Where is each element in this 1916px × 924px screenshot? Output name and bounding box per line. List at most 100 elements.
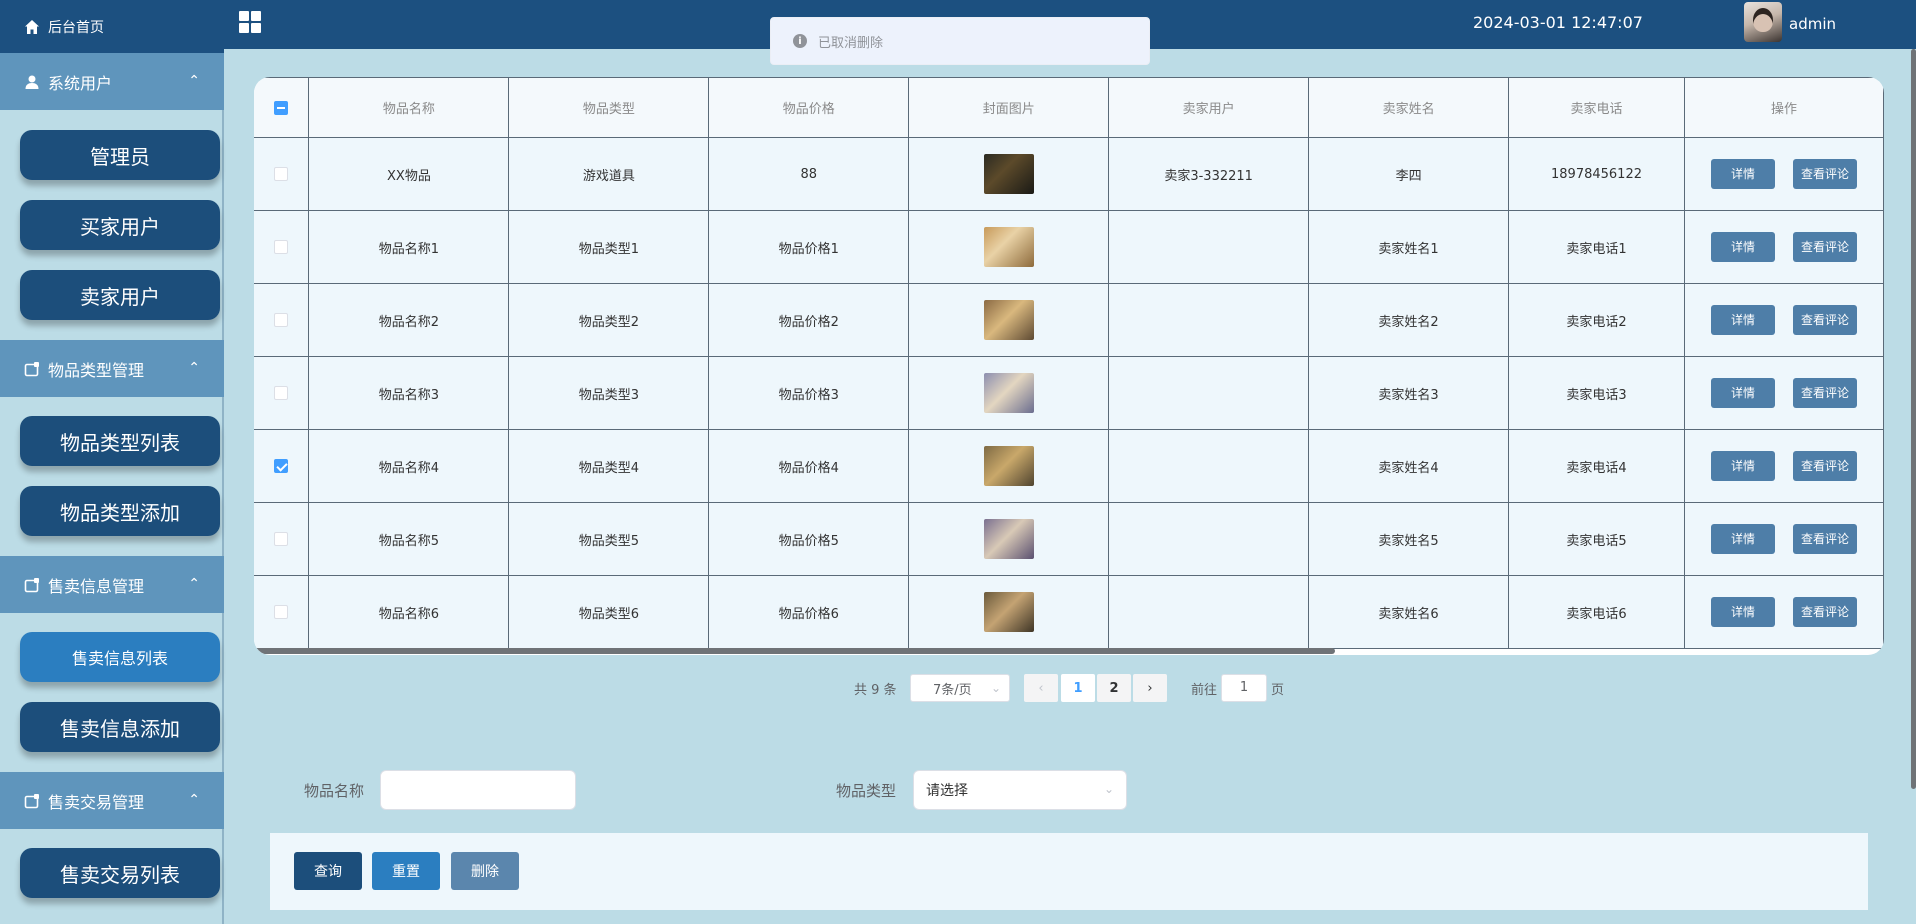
detail-button[interactable]: 详情 [1710,378,1775,408]
menu-toggle-icon[interactable] [239,11,261,33]
row-select-cell[interactable] [254,210,310,284]
row-checkbox[interactable] [274,240,289,254]
row-select-cell[interactable] [254,283,310,357]
row-select-cell[interactable] [254,429,310,503]
item-type-select[interactable]: 请选择 ⌄ [913,770,1127,810]
sidebar-item-trade-list[interactable]: 售卖交易列表 [20,848,220,898]
chevron-down-icon: ⌄ [990,681,1001,695]
row-select-cell[interactable] [254,356,310,430]
page-button-1[interactable]: 1 [1061,674,1095,702]
cell-item-type: 物品类型6 [508,575,710,649]
select-all-cell[interactable] [254,77,310,138]
horizontal-scrollbar[interactable] [254,648,1335,654]
column-header: 操作 [1683,77,1884,138]
cell-cover-image [908,356,1110,430]
view-reviews-button[interactable]: 查看评论 [1792,305,1857,335]
menu-group-system-users[interactable]: 系统用户 ⌃ [0,53,224,110]
cell-cover-image [908,137,1110,211]
view-reviews-button[interactable]: 查看评论 [1792,378,1857,408]
cell-cover-image [908,429,1110,503]
row-checkbox[interactable] [274,167,289,181]
view-reviews-button[interactable]: 查看评论 [1792,524,1857,554]
cover-thumbnail[interactable] [983,154,1034,194]
table-row: 物品名称5 物品类型5 物品价格5 卖家姓名5 卖家电话5 详情 查看评论 [254,502,1884,576]
page-size-select[interactable]: 7条/页 ⌄ [910,674,1010,702]
cell-actions: 详情 查看评论 [1683,429,1884,503]
view-reviews-button[interactable]: 查看评论 [1792,597,1857,627]
cell-cover-image [908,283,1110,357]
cell-item-name: 物品名称3 [308,356,510,430]
vertical-scrollbar[interactable] [1911,49,1916,789]
sidebar-item-buyer-users[interactable]: 买家用户 [20,200,220,250]
cell-item-name: XX物品 [308,137,510,211]
sidebar-item-admin[interactable]: 管理员 [20,130,220,180]
prev-page-button[interactable]: ‹ [1024,674,1058,702]
cover-thumbnail[interactable] [983,300,1034,340]
current-datetime: 2024-03-01 12:47:07 [1473,13,1643,32]
row-checkbox[interactable] [274,386,289,400]
menu-group-sale-trade[interactable]: 售卖交易管理 ⌃ [0,772,224,829]
row-checkbox[interactable] [274,459,289,473]
row-select-cell[interactable] [254,575,310,649]
column-header: 封面图片 [908,77,1110,138]
sidebar-item-type-list[interactable]: 物品类型列表 [20,416,220,466]
menu-group-item-type[interactable]: 物品类型管理 ⌃ [0,340,224,397]
menu-group-label: 物品类型管理 [48,360,145,380]
item-name-input[interactable] [380,770,576,810]
view-reviews-button[interactable]: 查看评论 [1792,232,1857,262]
cell-seller-name: 卖家姓名3 [1308,356,1510,430]
row-checkbox[interactable] [274,532,289,546]
home-link[interactable]: 后台首页 [0,0,224,53]
chevron-up-icon: ⌃ [188,73,200,89]
chevron-up-icon: ⌃ [188,792,200,808]
item-type-placeholder: 请选择 [926,783,968,799]
cover-thumbnail[interactable] [983,227,1034,267]
cell-actions: 详情 查看评论 [1683,575,1884,649]
cell-item-type: 游戏道具 [508,137,710,211]
view-reviews-button[interactable]: 查看评论 [1792,159,1857,189]
delete-button[interactable]: 删除 [451,852,519,890]
column-header: 物品类型 [508,77,710,138]
sidebar-item-type-add[interactable]: 物品类型添加 [20,486,220,536]
row-checkbox[interactable] [274,313,289,327]
username[interactable]: admin [1789,15,1836,33]
cell-item-type: 物品类型5 [508,502,710,576]
row-select-cell[interactable] [254,137,310,211]
cell-item-name: 物品名称2 [308,283,510,357]
cell-actions: 详情 查看评论 [1683,356,1884,430]
cell-seller-name: 卖家姓名4 [1308,429,1510,503]
cover-thumbnail[interactable] [983,446,1034,486]
detail-button[interactable]: 详情 [1710,305,1775,335]
reset-button[interactable]: 重置 [372,852,440,890]
sidebar-item-sale-list[interactable]: 售卖信息列表 [20,632,220,682]
sidebar-item-sale-add[interactable]: 售卖信息添加 [20,702,220,752]
page-button-2[interactable]: 2 [1097,674,1131,702]
item-name-label: 物品名称 [304,782,365,800]
cover-thumbnail[interactable] [983,519,1034,559]
cover-thumbnail[interactable] [983,373,1034,413]
menu-group-sale-info[interactable]: 售卖信息管理 ⌃ [0,556,224,613]
query-button[interactable]: 查询 [294,852,362,890]
row-select-cell[interactable] [254,502,310,576]
table-row: 物品名称1 物品类型1 物品价格1 卖家姓名1 卖家电话1 详情 查看评论 [254,210,1884,284]
cell-seller-user [1108,502,1310,576]
cell-item-type: 物品类型2 [508,283,710,357]
row-checkbox[interactable] [274,605,289,619]
cover-thumbnail[interactable] [983,592,1034,632]
avatar[interactable] [1744,2,1782,42]
cell-item-price: 物品价格3 [708,356,910,430]
sidebar-item-seller-users[interactable]: 卖家用户 [20,270,220,320]
detail-button[interactable]: 详情 [1710,597,1775,627]
detail-button[interactable]: 详情 [1710,232,1775,262]
detail-button[interactable]: 详情 [1710,451,1775,481]
goto-page-input[interactable]: 1 [1221,674,1267,702]
column-header: 物品价格 [708,77,910,138]
detail-button[interactable]: 详情 [1710,159,1775,189]
select-all-checkbox[interactable] [274,100,289,115]
cell-seller-phone: 卖家电话4 [1508,429,1685,503]
detail-button[interactable]: 详情 [1710,524,1775,554]
home-icon [25,19,39,34]
next-page-button[interactable]: › [1133,674,1167,702]
view-reviews-button[interactable]: 查看评论 [1792,451,1857,481]
cell-actions: 详情 查看评论 [1683,137,1884,211]
